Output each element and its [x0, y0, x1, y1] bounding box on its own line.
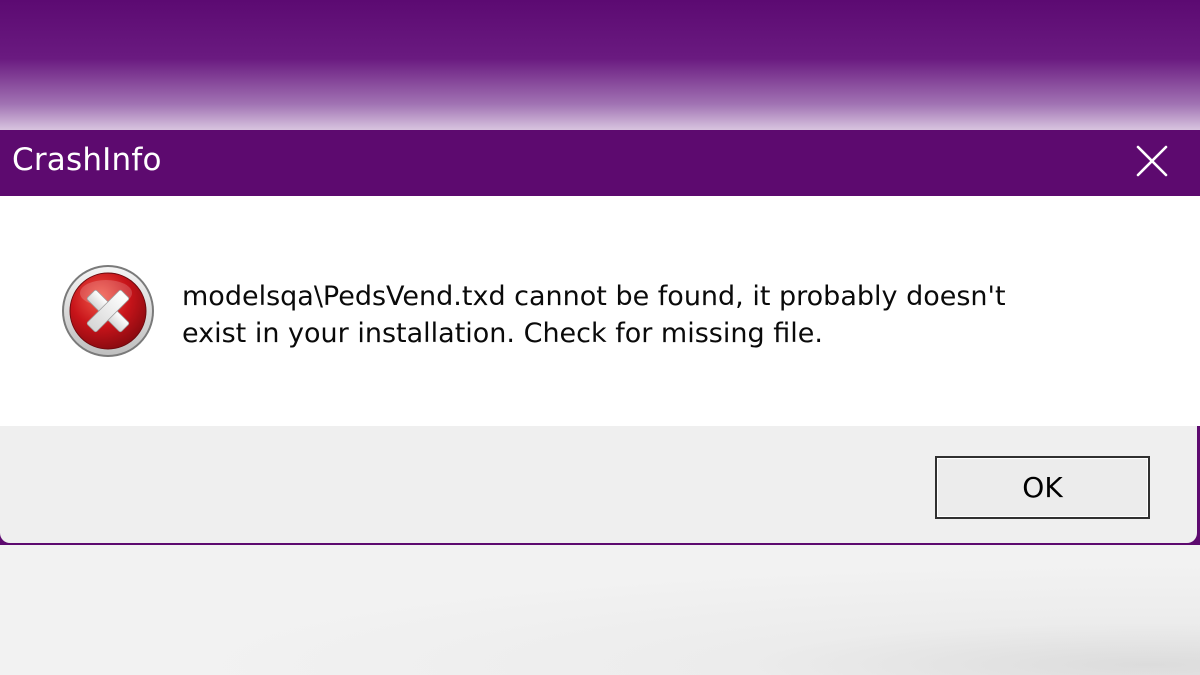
background-bottom: [0, 545, 1200, 675]
close-button[interactable]: [1134, 143, 1170, 179]
button-bar: OK: [0, 426, 1197, 543]
error-message: modelsqa\PedsVend.txd cannot be found, i…: [182, 281, 1006, 349]
dialog-content: modelsqa\PedsVend.txd cannot be found, i…: [0, 196, 1200, 426]
error-icon: [60, 263, 156, 359]
crash-dialog: CrashInfo modelsqa\PedsVend.txd cannot b…: [0, 130, 1200, 545]
close-icon: [1136, 145, 1168, 177]
title-bar[interactable]: CrashInfo: [0, 130, 1200, 196]
background-top: [0, 0, 1200, 130]
screen: CrashInfo modelsqa\PedsVend.txd cannot b…: [0, 0, 1200, 675]
window-title: CrashInfo: [12, 142, 162, 178]
ok-button[interactable]: OK: [935, 456, 1150, 519]
